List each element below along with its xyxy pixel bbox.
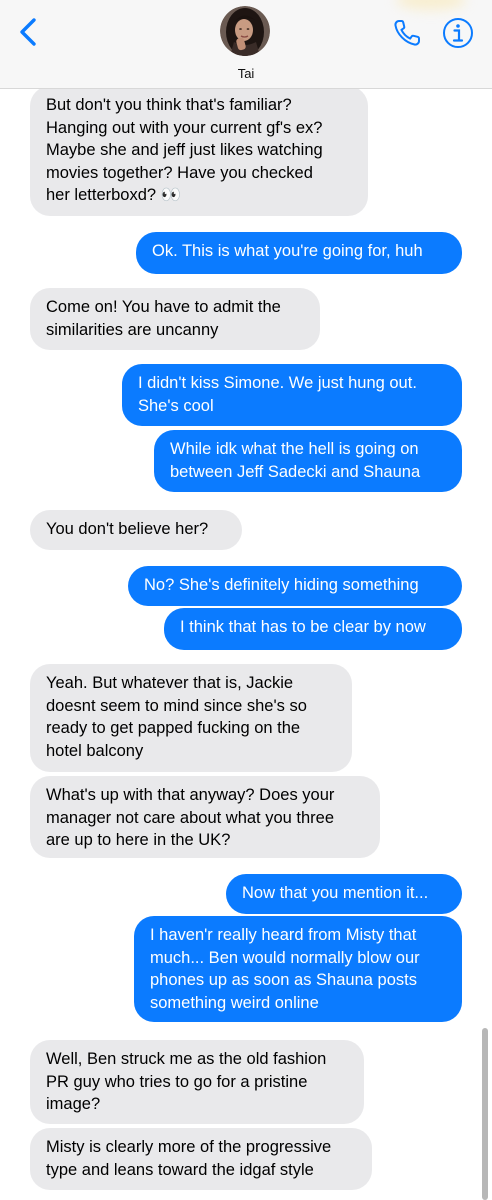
scrollbar[interactable] xyxy=(482,1028,488,1200)
contact-name: Tai xyxy=(237,66,255,81)
message-bubble-incoming[interactable]: Yeah. But whatever that is, Jackie doesn… xyxy=(30,664,352,772)
conversation-header: Tai xyxy=(0,0,492,89)
phone-icon[interactable] xyxy=(392,18,422,48)
message-bubble-incoming[interactable]: Misty is clearly more of the progressive… xyxy=(30,1128,372,1190)
message-bubble-outgoing[interactable]: No? She's definitely hiding something xyxy=(128,566,462,606)
message-bubble-outgoing[interactable]: Ok. This is what you're going for, huh xyxy=(136,232,462,274)
message-bubble-incoming[interactable]: What's up with that anyway? Does your ma… xyxy=(30,776,380,858)
status-glow xyxy=(396,0,466,10)
message-bubble-incoming[interactable]: Well, Ben struck me as the old fashion P… xyxy=(30,1040,364,1124)
avatar[interactable] xyxy=(220,6,270,56)
message-bubble-incoming[interactable]: You don't believe her? xyxy=(30,510,242,550)
message-bubble-outgoing[interactable]: I haven'r really heard from Misty that m… xyxy=(134,916,462,1022)
chevron-left-icon[interactable] xyxy=(14,12,44,52)
message-bubble-outgoing[interactable]: While idk what the hell is going on betw… xyxy=(154,430,462,492)
info-icon[interactable] xyxy=(442,17,474,49)
message-bubble-outgoing[interactable]: I think that has to be clear by now xyxy=(164,608,462,650)
message-bubble-incoming[interactable]: Come on! You have to admit the similarit… xyxy=(30,288,320,350)
message-bubble-outgoing[interactable]: Now that you mention it... xyxy=(226,874,462,914)
message-bubble-incoming[interactable]: But don't you think that's familiar? Han… xyxy=(30,86,368,216)
message-thread: But don't you think that's familiar? Han… xyxy=(0,0,492,1200)
message-bubble-outgoing[interactable]: I didn't kiss Simone. We just hung out. … xyxy=(122,364,462,426)
